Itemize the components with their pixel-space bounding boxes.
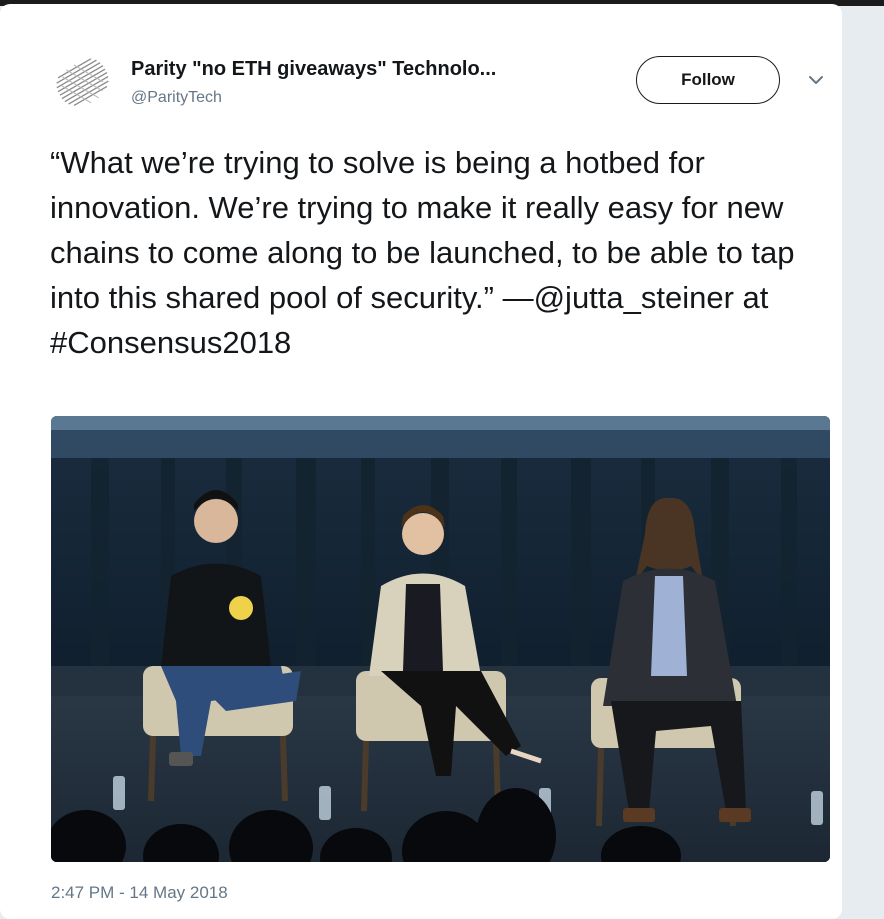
chevron-down-icon[interactable] xyxy=(806,72,826,88)
tweet-text: “What we’re trying to solve is being a h… xyxy=(50,145,795,360)
author-handle[interactable]: @ParityTech xyxy=(131,89,496,107)
parity-logo-icon[interactable] xyxy=(52,52,114,114)
follow-button[interactable]: Follow xyxy=(636,56,780,104)
author-display-name[interactable]: Parity "no ETH giveaways" Technolo... xyxy=(131,58,496,81)
author-block: Parity "no ETH giveaways" Technolo... @P… xyxy=(131,58,496,107)
tweet-photo[interactable] xyxy=(51,416,830,862)
tweet-timestamp[interactable]: 2:47 PM - 14 May 2018 xyxy=(51,883,228,903)
